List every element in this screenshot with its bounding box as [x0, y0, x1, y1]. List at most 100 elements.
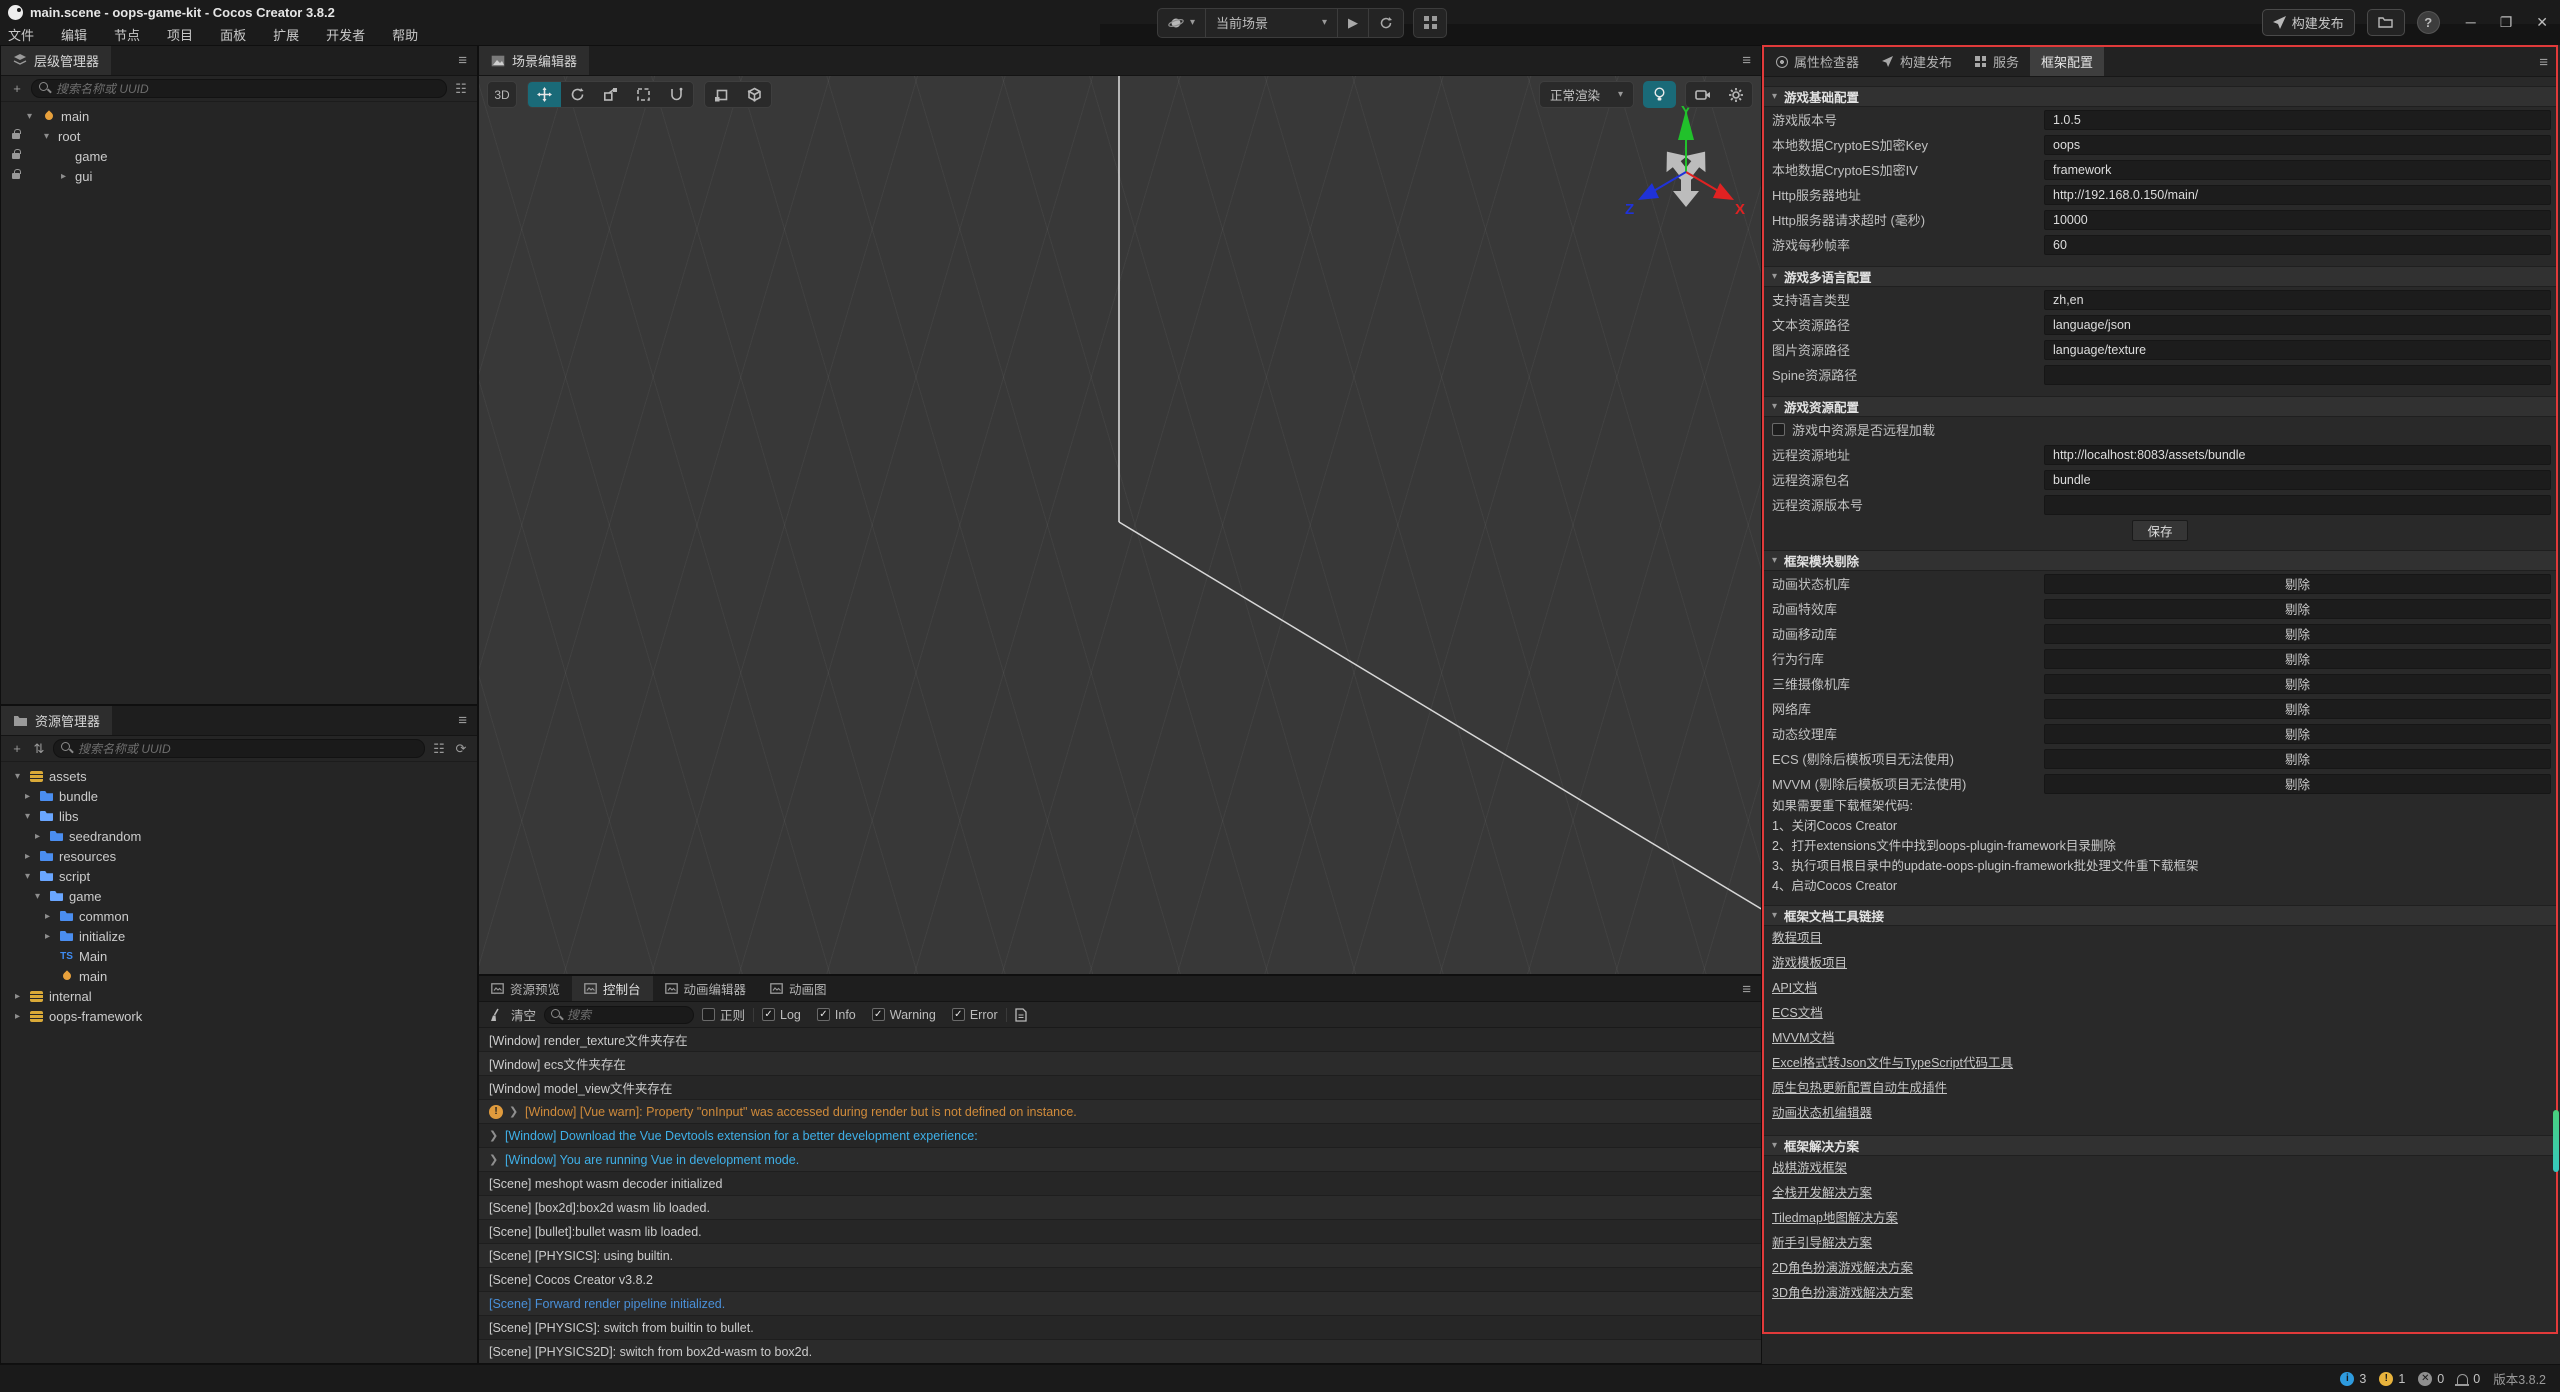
hierarchy-node[interactable]: root	[1, 126, 477, 146]
log-row[interactable]: ❯ [Scene] [PHYSICS2D]: switch from box2d…	[479, 1340, 1761, 1363]
filter-icon[interactable]: ☷	[453, 81, 469, 97]
scene-select-dropdown[interactable]: 当前场景 ▾	[1206, 9, 1338, 37]
menu-item[interactable]: 项目	[167, 25, 193, 44]
close-button[interactable]: ✕	[2536, 14, 2548, 31]
move-tool-button[interactable]	[528, 82, 561, 107]
menu-item[interactable]: 帮助	[392, 25, 418, 44]
expand-arrow-icon[interactable]	[25, 811, 39, 822]
assets-search-input[interactable]	[53, 739, 425, 758]
panel-menu-icon[interactable]: ≡	[1742, 976, 1751, 1002]
asset-node[interactable]: common	[1, 906, 477, 926]
toggle-2d-3d-button[interactable]: 3D	[487, 81, 517, 108]
expand-arrow-icon[interactable]	[35, 891, 49, 902]
maximize-button[interactable]: ❐	[2500, 14, 2513, 31]
build-publish-button[interactable]: 构建发布	[2262, 9, 2355, 36]
property-input[interactable]	[2044, 135, 2551, 155]
log-filter[interactable]: Info	[817, 1008, 856, 1022]
menu-item[interactable]: 节点	[114, 25, 140, 44]
expand-arrow-icon[interactable]	[25, 791, 39, 802]
export-log-icon[interactable]	[1015, 1008, 1027, 1022]
property-input[interactable]	[2044, 495, 2551, 515]
expand-chevron-icon[interactable]: ❯	[489, 1153, 499, 1166]
create-asset-button[interactable]: +	[9, 741, 25, 756]
asset-node[interactable]: script	[1, 866, 477, 886]
section-i18n[interactable]: ▾ 游戏多语言配置	[1764, 266, 2556, 287]
property-input[interactable]	[2044, 315, 2551, 335]
menu-item[interactable]: 文件	[8, 25, 34, 44]
remove-module-button[interactable]: 剔除	[2044, 699, 2551, 719]
log-row[interactable]: ❯ [Scene] Forward render pipeline initia…	[479, 1292, 1761, 1316]
section-doc-links[interactable]: ▾ 框架文档工具链接	[1764, 905, 2556, 926]
property-input[interactable]	[2044, 290, 2551, 310]
section-solutions[interactable]: ▾ 框架解决方案	[1764, 1135, 2556, 1156]
hierarchy-node[interactable]: main	[1, 106, 477, 126]
section-game-basic[interactable]: ▾ 游戏基础配置	[1764, 86, 2556, 107]
doc-link[interactable]: ECS文档	[1772, 1001, 1823, 1026]
save-button[interactable]: 保存	[2132, 520, 2188, 541]
log-row[interactable]: ❯ [Window] model_view文件夹存在	[479, 1076, 1761, 1100]
asset-node[interactable]: initialize	[1, 926, 477, 946]
help-button[interactable]: ?	[2417, 11, 2440, 34]
log-row[interactable]: ❯ [Scene] Cocos Creator v3.8.2	[479, 1268, 1761, 1292]
property-input[interactable]	[2044, 210, 2551, 230]
property-input[interactable]	[2044, 340, 2551, 360]
filter-checkbox[interactable]	[762, 1008, 775, 1021]
console-area-tab[interactable]: 资源预览	[479, 976, 572, 1001]
menu-item[interactable]: 面板	[220, 25, 246, 44]
menu-item[interactable]: 编辑	[61, 25, 87, 44]
doc-link[interactable]: 原生包热更新配置自动生成插件	[1772, 1076, 1947, 1101]
menu-item[interactable]: 开发者	[326, 25, 365, 44]
expand-chevron-icon[interactable]: ❯	[509, 1105, 519, 1118]
remove-module-button[interactable]: 剔除	[2044, 749, 2551, 769]
remove-module-button[interactable]: 剔除	[2044, 649, 2551, 669]
gizmo-tool-button[interactable]	[660, 82, 693, 107]
property-input[interactable]	[2044, 365, 2551, 385]
doc-link[interactable]: 教程项目	[1772, 926, 1822, 951]
filter-checkbox[interactable]	[817, 1008, 830, 1021]
solution-link[interactable]: 新手引导解决方案	[1772, 1231, 1872, 1256]
tab-hierarchy[interactable]: 层级管理器	[1, 46, 111, 75]
log-row[interactable]: ❯ [Window] render_texture文件夹存在	[479, 1028, 1761, 1052]
create-node-button[interactable]: +	[9, 81, 25, 96]
log-row[interactable]: ❯ [Window] You are running Vue in develo…	[479, 1148, 1761, 1172]
property-input[interactable]	[2044, 110, 2551, 130]
remove-module-button[interactable]: 剔除	[2044, 574, 2551, 594]
expand-arrow-icon[interactable]	[25, 851, 39, 862]
expand-chevron-icon[interactable]: ❯	[489, 1129, 499, 1142]
remove-module-button[interactable]: 剔除	[2044, 774, 2551, 794]
expand-arrow-icon[interactable]	[15, 991, 29, 1002]
remove-module-button[interactable]: 剔除	[2044, 599, 2551, 619]
asset-node[interactable]: oops-framework	[1, 1006, 477, 1026]
doc-link[interactable]: 游戏模板项目	[1772, 951, 1847, 976]
regex-checkbox[interactable]	[702, 1008, 715, 1021]
error-count[interactable]: ✕ 0	[2418, 1372, 2444, 1386]
log-row[interactable]: ❯ [Window] ecs文件夹存在	[479, 1052, 1761, 1076]
log-row[interactable]: ❯ [Scene] [bullet]:bullet wasm lib loade…	[479, 1220, 1761, 1244]
minimize-button[interactable]: ─	[2466, 14, 2476, 31]
rect-tool-button[interactable]	[627, 82, 660, 107]
log-row[interactable]: ❯ [Scene] [PHYSICS]: switch from builtin…	[479, 1316, 1761, 1340]
asset-node[interactable]: main	[1, 966, 477, 986]
lighting-toggle-button[interactable]	[1643, 81, 1676, 108]
menu-item[interactable]: 扩展	[273, 25, 299, 44]
info-count[interactable]: i 3	[2340, 1372, 2366, 1386]
asset-node[interactable]: internal	[1, 986, 477, 1006]
coordinate-space-button[interactable]	[738, 82, 771, 107]
doc-link[interactable]: MVVM文档	[1772, 1026, 1835, 1051]
inspector-tab[interactable]: 构建发布	[1870, 47, 1963, 76]
preview-qrcode-button[interactable]	[1413, 8, 1447, 38]
property-input[interactable]	[2044, 470, 2551, 490]
notification-count[interactable]: 0	[2457, 1372, 2480, 1386]
rotate-tool-button[interactable]	[561, 82, 594, 107]
solution-link[interactable]: 3D角色扮演游戏解决方案	[1772, 1281, 1913, 1306]
property-input[interactable]	[2044, 445, 2551, 465]
solution-link[interactable]: 全栈开发解决方案	[1772, 1181, 1872, 1206]
doc-link[interactable]: 动画状态机编辑器	[1772, 1101, 1872, 1126]
scene-viewport[interactable]: Y X Z 3D	[479, 76, 1761, 974]
log-filter[interactable]: Error	[952, 1008, 998, 1022]
solution-link[interactable]: 战棋游戏框架	[1772, 1156, 1847, 1181]
doc-link[interactable]: Excel格式转Json文件与TypeScript代码工具	[1772, 1051, 2013, 1076]
scale-tool-button[interactable]	[594, 82, 627, 107]
filter-icon[interactable]: ☷	[431, 741, 447, 757]
panel-menu-icon[interactable]: ≡	[458, 46, 467, 75]
